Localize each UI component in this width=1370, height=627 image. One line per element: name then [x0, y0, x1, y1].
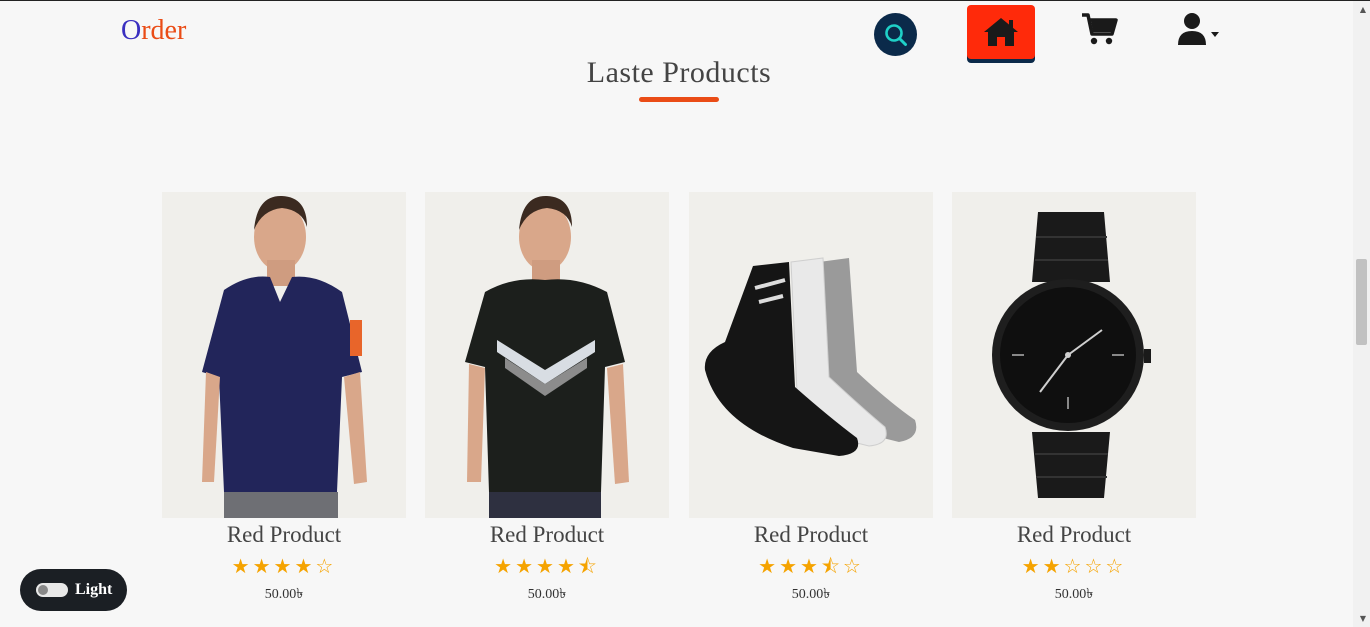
logo-first-letter: O: [121, 15, 142, 46]
logo-rest: rder: [141, 15, 187, 46]
product-image[interactable]: [689, 192, 933, 518]
user-icon: [1178, 13, 1219, 45]
product-price: 50.00৳: [264, 587, 304, 602]
theme-switch-knob: [38, 585, 48, 595]
product-name[interactable]: Red Product: [425, 520, 669, 550]
product-price: 50.00৳: [527, 587, 567, 602]
theme-label: Light: [75, 581, 113, 598]
title-underline: [639, 97, 719, 102]
cart-icon: [1082, 13, 1118, 45]
product-card[interactable]: Red Product ★★★★☆ 50.00৳: [162, 192, 406, 606]
search-button[interactable]: [874, 13, 917, 56]
product-rating-stars: ★★★★⯪: [494, 554, 600, 578]
scrollbar-thumb[interactable]: [1356, 259, 1367, 345]
theme-switch[interactable]: [36, 583, 68, 597]
search-icon: [884, 23, 907, 46]
product-name[interactable]: Red Product: [162, 520, 406, 550]
product-card[interactable]: Red Product ★★★⯪☆ 50.00৳: [689, 192, 933, 606]
home-icon: [984, 18, 1018, 46]
scrollbar[interactable]: ▲ ▼: [1353, 1, 1370, 627]
product-rating-stars: ★★★★☆: [231, 554, 337, 578]
product-name[interactable]: Red Product: [952, 520, 1196, 550]
product-price: 50.00৳: [1054, 587, 1094, 602]
product-image[interactable]: [162, 192, 406, 518]
user-menu-button[interactable]: [1176, 11, 1224, 47]
product-image[interactable]: [952, 192, 1196, 518]
cart-button[interactable]: [1080, 11, 1120, 47]
section-title: Laste Products: [586, 56, 772, 89]
scroll-up-arrow-icon[interactable]: ▲: [1360, 5, 1366, 14]
scroll-down-arrow-icon[interactable]: ▼: [1360, 614, 1366, 623]
product-price: 50.00৳: [791, 587, 831, 602]
product-rating-stars: ★★☆☆☆: [1021, 554, 1127, 578]
product-card[interactable]: Red Product ★★☆☆☆ 50.00৳: [952, 192, 1196, 606]
product-image[interactable]: [425, 192, 669, 518]
home-button[interactable]: [967, 5, 1035, 59]
site-logo[interactable]: Order: [121, 15, 186, 47]
theme-toggle[interactable]: Light: [20, 569, 127, 611]
product-rating-stars: ★★★⯪☆: [758, 554, 864, 578]
product-name[interactable]: Red Product: [689, 520, 933, 550]
product-card[interactable]: Red Product ★★★★⯪ 50.00৳: [425, 192, 669, 606]
